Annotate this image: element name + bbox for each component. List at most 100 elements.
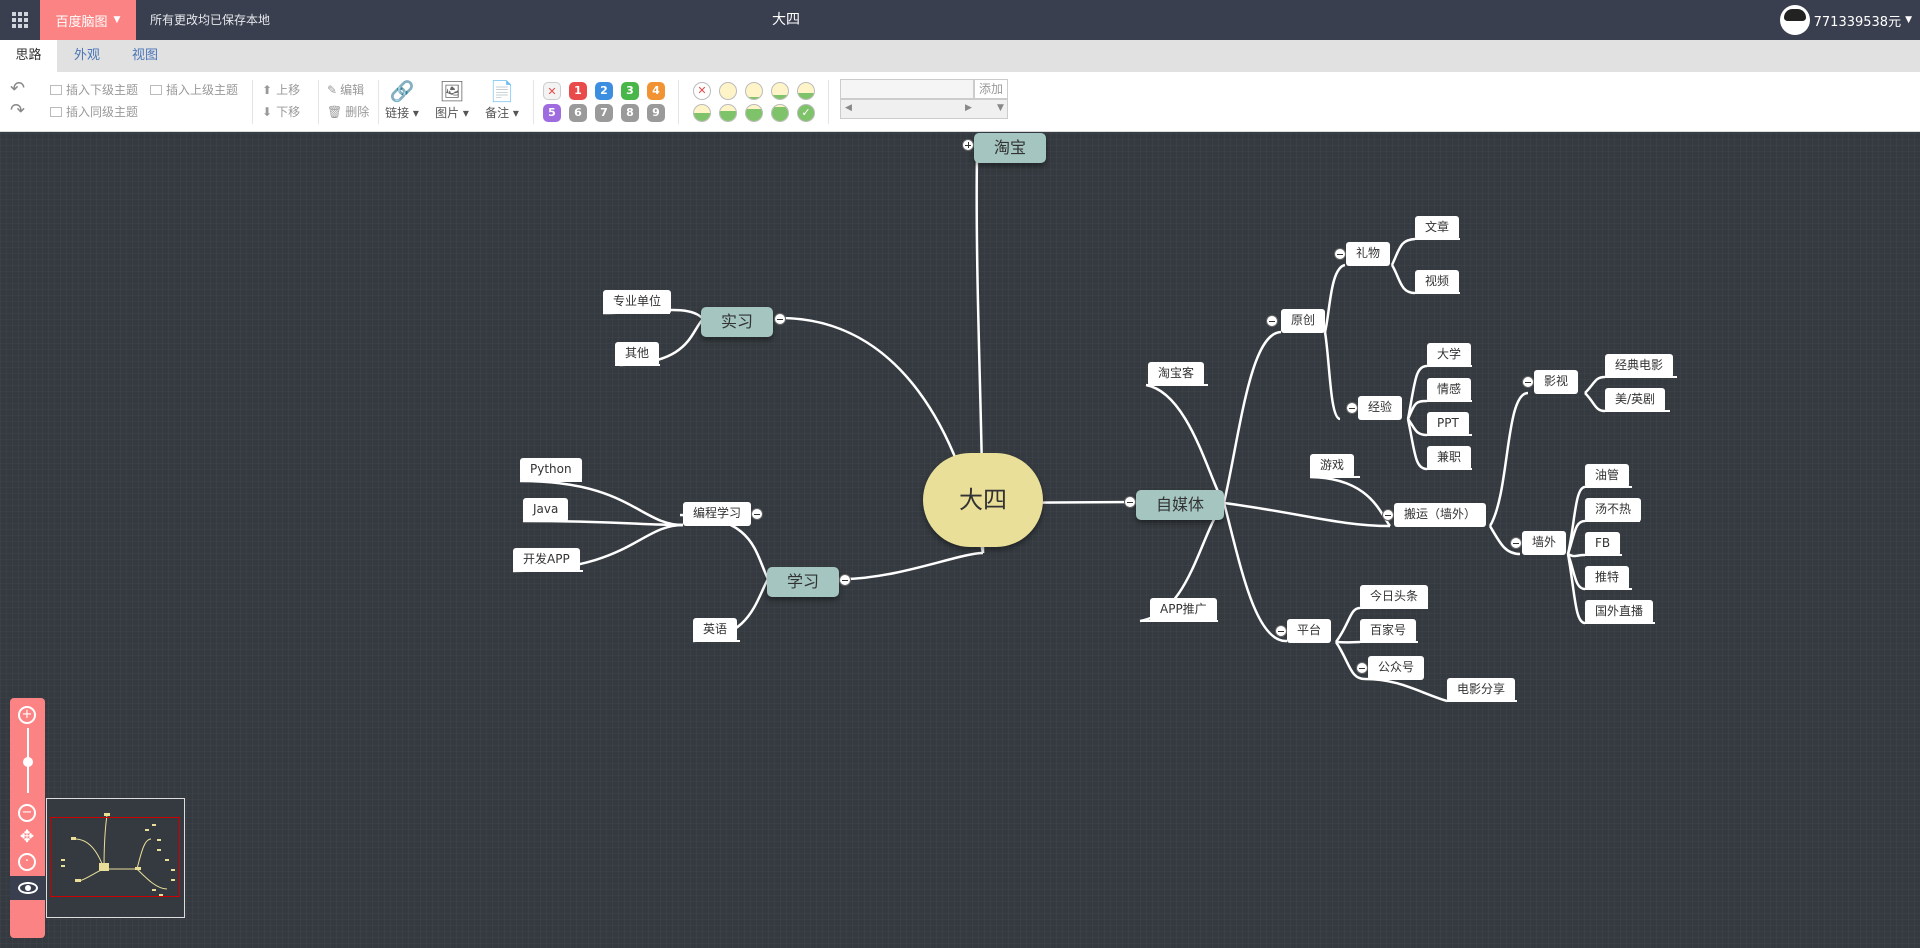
topic-experience[interactable]: 经验 (1358, 396, 1403, 418)
locate-root-icon[interactable]: · (18, 853, 36, 871)
topic-movie-sharing[interactable]: 电影分享 (1447, 678, 1516, 700)
apps-grid-icon[interactable] (0, 0, 40, 40)
topic-part-time[interactable]: 兼职 (1427, 446, 1472, 468)
topic-taobao[interactable]: 淘宝 (974, 133, 1047, 163)
topic-film-tv[interactable]: 影视 (1534, 370, 1579, 392)
collapse-icon[interactable] (1334, 248, 1346, 260)
collapse-icon[interactable] (1522, 376, 1534, 388)
topic-youtube[interactable]: 油管 (1585, 464, 1630, 486)
tab-appearance[interactable]: 外观 (64, 40, 110, 72)
navigator-toggle[interactable] (10, 876, 45, 900)
priority-2-button[interactable]: 2 (595, 82, 613, 100)
collapse-icon[interactable] (1124, 496, 1136, 508)
avatar[interactable] (1779, 5, 1810, 35)
resource-list[interactable]: ◀ ▶ ▼ (840, 99, 1008, 119)
collapse-icon[interactable] (774, 313, 786, 325)
topic-ppt[interactable]: PPT (1427, 412, 1469, 434)
insert-sibling-button[interactable]: 插入同级主题 (50, 103, 138, 120)
collapse-icon[interactable] (839, 574, 851, 586)
mindmap-canvas[interactable]: 大四 淘宝 实习 学习 自媒体 专业单位 其他 编程学习 英语 Python J… (0, 133, 1920, 948)
brand-menu-button[interactable]: 百度脑图 ▼ (40, 0, 136, 40)
root-topic[interactable]: 大四 (923, 453, 1043, 547)
priority-7-button[interactable]: 7 (595, 104, 613, 122)
zoom-slider-handle[interactable] (23, 757, 33, 767)
topic-article[interactable]: 文章 (1415, 216, 1460, 238)
priority-8-button[interactable]: 8 (621, 104, 639, 122)
tab-view[interactable]: 视图 (122, 40, 168, 72)
collapse-icon[interactable] (751, 508, 763, 520)
collapse-icon[interactable] (1266, 315, 1278, 327)
progress-8-button[interactable]: ✓ (797, 104, 815, 122)
insert-child-button[interactable]: 插入下级主题 (50, 81, 138, 98)
redo-icon[interactable]: ↷ (10, 100, 25, 121)
topic-gift[interactable]: 礼物 (1346, 242, 1391, 264)
tab-idea[interactable]: 思路 (0, 40, 57, 72)
topic-overseas[interactable]: 墙外 (1522, 531, 1567, 553)
priority-9-button[interactable]: 9 (647, 104, 665, 122)
zoom-out-icon[interactable]: − (18, 804, 36, 822)
priority-3-button[interactable]: 3 (621, 82, 639, 100)
move-down-button[interactable]: ⬇ 下移 (262, 103, 300, 120)
collapse-icon[interactable] (1275, 625, 1287, 637)
insert-parent-button[interactable]: 插入上级主题 (150, 81, 238, 98)
progress-clear-icon[interactable]: ✕ (693, 82, 711, 100)
topic-toutiao[interactable]: 今日头条 (1360, 585, 1429, 607)
expand-icon[interactable] (962, 139, 974, 151)
topic-original[interactable]: 原创 (1281, 309, 1326, 331)
user-menu[interactable]: 771339538元 ▼ (1779, 0, 1912, 40)
note-button[interactable]: 📄 备注 ▾ (480, 80, 524, 121)
minimap[interactable] (46, 798, 185, 918)
topic-tumblr[interactable]: 汤不热 (1585, 498, 1642, 520)
topic-repost-overseas[interactable]: 搬运（墙外） (1394, 503, 1487, 525)
zoom-in-icon[interactable]: + (18, 706, 36, 724)
topic-app-promotion[interactable]: APP推广 (1150, 598, 1217, 620)
resource-input[interactable] (840, 79, 974, 99)
priority-6-button[interactable]: 6 (569, 104, 587, 122)
topic-twitter[interactable]: 推特 (1585, 566, 1630, 588)
progress-5-button[interactable] (719, 104, 737, 122)
topic-game[interactable]: 游戏 (1310, 454, 1355, 476)
undo-icon[interactable]: ↶ (10, 78, 25, 99)
progress-1-button[interactable] (745, 82, 763, 100)
edit-button[interactable]: ✎ 编辑 (327, 81, 364, 98)
collapse-icon[interactable] (1346, 402, 1358, 414)
chevron-down-icon[interactable]: ▼ (997, 103, 1004, 113)
topic-university[interactable]: 大学 (1427, 343, 1472, 365)
priority-5-button[interactable]: 5 (543, 104, 561, 122)
topic-other[interactable]: 其他 (615, 342, 660, 364)
topic-fb[interactable]: FB (1585, 532, 1621, 554)
image-button[interactable]: 🖼 图片 ▾ (430, 80, 474, 121)
topic-self-media[interactable]: 自媒体 (1136, 490, 1225, 520)
document-title[interactable]: 大四 (772, 0, 800, 40)
topic-emotion[interactable]: 情感 (1427, 378, 1472, 400)
collapse-icon[interactable] (1356, 662, 1368, 674)
progress-7-button[interactable] (771, 104, 789, 122)
minimap-viewport[interactable] (50, 817, 180, 897)
resource-add-button[interactable]: 添加 (974, 79, 1008, 99)
priority-1-button[interactable]: 1 (569, 82, 587, 100)
topic-professional-unit[interactable]: 专业单位 (603, 290, 672, 312)
topic-taobaoke[interactable]: 淘宝客 (1148, 362, 1205, 384)
progress-4-button[interactable] (693, 104, 711, 122)
progress-2-button[interactable] (771, 82, 789, 100)
topic-develop-app[interactable]: 开发APP (513, 548, 580, 570)
topic-baijiahao[interactable]: 百家号 (1360, 619, 1417, 641)
topic-study[interactable]: 学习 (767, 567, 840, 597)
progress-6-button[interactable] (745, 104, 763, 122)
collapse-icon[interactable] (1510, 537, 1522, 549)
user-name[interactable]: 771339538元 (1814, 11, 1901, 30)
topic-foreign-live[interactable]: 国外直播 (1585, 600, 1654, 622)
topic-platform[interactable]: 平台 (1287, 619, 1332, 641)
topic-english[interactable]: 英语 (693, 618, 738, 640)
topic-programming[interactable]: 编程学习 (683, 502, 752, 524)
progress-3-button[interactable] (797, 82, 815, 100)
scroll-right-icon[interactable]: ▶ (965, 103, 972, 113)
priority-4-button[interactable]: 4 (647, 82, 665, 100)
topic-java[interactable]: Java (523, 498, 569, 520)
topic-python[interactable]: Python (520, 458, 582, 480)
topic-official-account[interactable]: 公众号 (1368, 656, 1425, 678)
collapse-icon[interactable] (1382, 509, 1394, 521)
topic-us-uk-drama[interactable]: 美/英剧 (1605, 388, 1666, 410)
topic-classic-movie[interactable]: 经典电影 (1605, 354, 1674, 376)
scroll-left-icon[interactable]: ◀ (845, 103, 852, 113)
